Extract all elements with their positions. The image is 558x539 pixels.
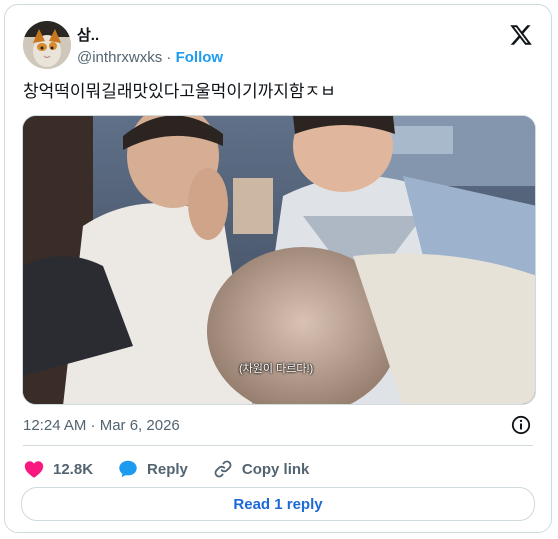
heart-icon	[24, 461, 44, 478]
author-name[interactable]: 삼..	[77, 27, 99, 45]
tweet-video[interactable]: (차원이 다르다!)	[22, 115, 536, 405]
read-replies-label: Read 1 reply	[233, 495, 323, 513]
copy-link-button[interactable]: Copy link	[212, 458, 310, 480]
read-replies-button[interactable]: Read 1 reply	[21, 487, 535, 521]
like-count: 12.8K	[53, 460, 94, 478]
author-meta: @inthrxwxks · Follow	[77, 49, 223, 67]
divider	[23, 445, 533, 446]
avatar[interactable]	[23, 21, 71, 69]
author-handle[interactable]: @inthrxwxks	[77, 49, 162, 66]
like-button[interactable]: 12.8K	[23, 458, 93, 480]
reply-label: Reply	[147, 460, 188, 478]
tweet-card: 삼.. @inthrxwxks · Follow 창억떡이뭐길래맛있다고울먹이기…	[4, 4, 552, 533]
tweet-timestamp[interactable]: 12:24 AM · Mar 6, 2026	[23, 417, 180, 435]
speech-bubble-icon	[119, 460, 137, 478]
meta-separator: ·	[166, 49, 172, 66]
x-logo-icon[interactable]	[509, 23, 533, 47]
action-bar: 12.8K Reply Copy link	[23, 457, 333, 481]
tweet-text: 창억떡이뭐길래맛있다고울먹이기까지함ㅈㅂ	[23, 82, 336, 101]
reply-button[interactable]: Reply	[117, 458, 188, 480]
follow-button[interactable]: Follow	[176, 49, 224, 66]
video-caption: (차원이 다르다!)	[239, 363, 314, 375]
link-icon	[214, 460, 232, 478]
info-icon[interactable]	[511, 415, 531, 435]
copy-link-label: Copy link	[241, 460, 310, 478]
